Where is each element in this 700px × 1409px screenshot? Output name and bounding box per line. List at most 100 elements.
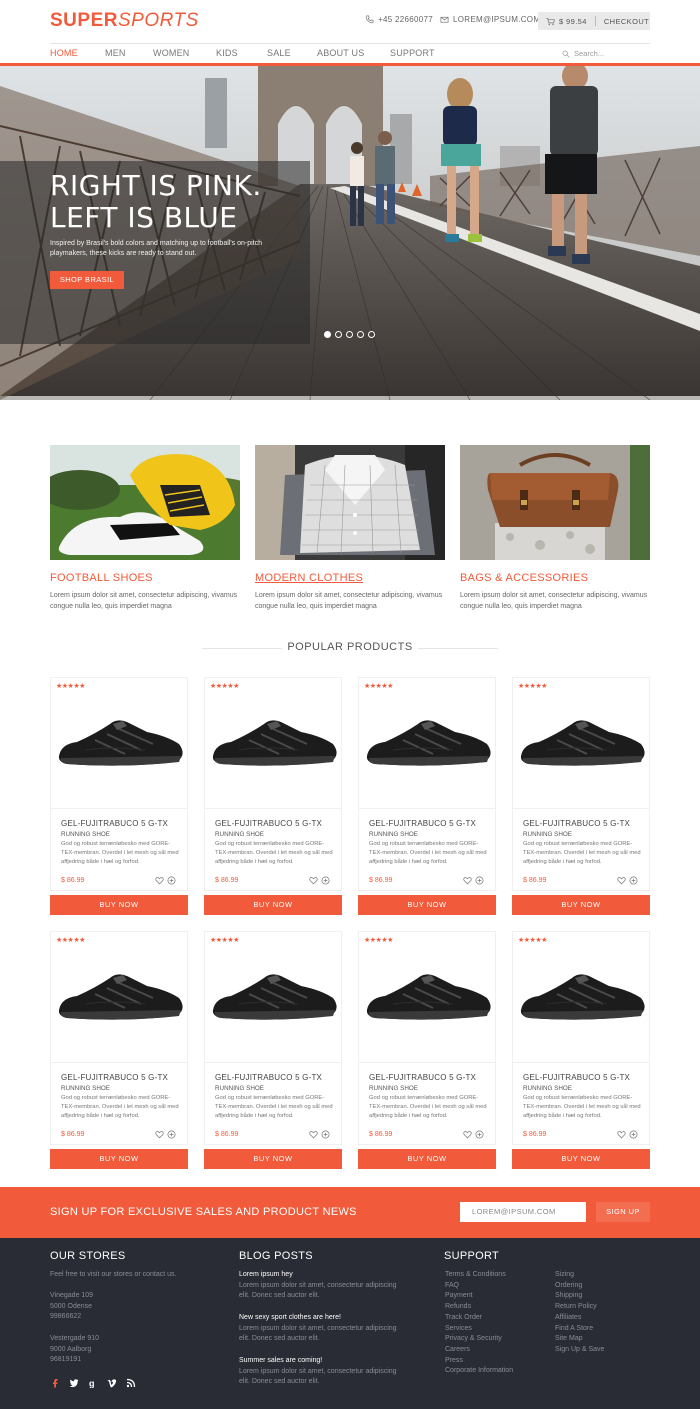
nav-kids[interactable]: KIDS: [216, 48, 238, 58]
buy-now-button[interactable]: BUY NOW: [50, 1149, 188, 1169]
buy-now-button[interactable]: BUY NOW: [358, 1149, 496, 1169]
product-image[interactable]: [55, 704, 185, 779]
product-card[interactable]: ★★★★★ GEL-FUJITRABUCO 5 G-TX RUNNING SHO…: [204, 931, 342, 1169]
sign-up-button[interactable]: SIGN UP: [596, 1202, 650, 1222]
support-link[interactable]: Careers: [445, 1345, 513, 1356]
support-link[interactable]: Affiliates: [555, 1313, 604, 1324]
blog-post-title[interactable]: Summer sales are coming!: [239, 1356, 399, 1367]
add-circle-icon[interactable]: [629, 876, 638, 885]
buy-now-button[interactable]: BUY NOW: [204, 1149, 342, 1169]
search-box[interactable]: Search...: [562, 47, 650, 60]
product-image[interactable]: [209, 704, 339, 779]
category-image[interactable]: [255, 445, 445, 560]
product-name[interactable]: GEL-FUJITRABUCO 5 G-TX: [215, 819, 322, 828]
product-name[interactable]: GEL-FUJITRABUCO 5 G-TX: [523, 819, 630, 828]
shop-brasil-button[interactable]: SHOP BRASIL: [50, 271, 124, 289]
buy-now-button[interactable]: BUY NOW: [204, 895, 342, 915]
category-image[interactable]: [460, 445, 650, 560]
google-plus-icon[interactable]: g: [88, 1378, 98, 1389]
slider-dot[interactable]: [346, 331, 353, 338]
support-link[interactable]: Return Policy: [555, 1302, 604, 1313]
add-circle-icon[interactable]: [475, 1130, 484, 1139]
support-link[interactable]: Sizing: [555, 1270, 604, 1281]
product-image[interactable]: [517, 958, 647, 1033]
support-link[interactable]: FAQ: [445, 1281, 513, 1292]
slider-dot[interactable]: [357, 331, 364, 338]
category-title[interactable]: FOOTBALL SHOES: [50, 572, 240, 584]
heart-icon[interactable]: [463, 1130, 472, 1139]
slider-dot[interactable]: [368, 331, 375, 338]
product-name[interactable]: GEL-FUJITRABUCO 5 G-TX: [369, 819, 476, 828]
nav-support[interactable]: SUPPORT: [390, 48, 435, 58]
support-link[interactable]: Site Map: [555, 1334, 604, 1345]
support-link[interactable]: Press: [445, 1356, 513, 1367]
product-name[interactable]: GEL-FUJITRABUCO 5 G-TX: [61, 1073, 168, 1082]
product-card[interactable]: ★★★★★ GEL-FUJITRABUCO 5 G-TX RUNNING SHO…: [50, 677, 188, 915]
nav-women[interactable]: WOMEN: [153, 48, 190, 58]
add-circle-icon[interactable]: [321, 876, 330, 885]
product-image[interactable]: [363, 704, 493, 779]
nav-home[interactable]: HOME: [50, 48, 78, 58]
buy-now-button[interactable]: BUY NOW: [50, 895, 188, 915]
buy-now-button[interactable]: BUY NOW: [512, 1149, 650, 1169]
heart-icon[interactable]: [155, 876, 164, 885]
product-name[interactable]: GEL-FUJITRABUCO 5 G-TX: [215, 1073, 322, 1082]
slider-dot[interactable]: [324, 331, 331, 338]
nav-men[interactable]: MEN: [105, 48, 126, 58]
blog-post-1[interactable]: Lorem ipsum hey Lorem ipsum dolor sit am…: [239, 1270, 399, 1302]
product-card[interactable]: ★★★★★ GEL-FUJITRABUCO 5 G-TX RUNNING SHO…: [358, 677, 496, 915]
add-circle-icon[interactable]: [629, 1130, 638, 1139]
add-circle-icon[interactable]: [167, 876, 176, 885]
newsletter-email-input[interactable]: LOREM@IPSUM.COM: [460, 1202, 586, 1222]
product-card[interactable]: ★★★★★ GEL-FUJITRABUCO 5 G-TX RUNNING SHO…: [512, 931, 650, 1169]
phone-contact[interactable]: +45 22660077: [365, 15, 433, 24]
nav-sale[interactable]: SALE: [267, 48, 291, 58]
rss-icon[interactable]: [126, 1378, 136, 1388]
product-card[interactable]: ★★★★★ GEL-FUJITRABUCO 5 G-TX RUNNING SHO…: [204, 677, 342, 915]
slider-dot[interactable]: [335, 331, 342, 338]
category-football-shoes[interactable]: FOOTBALL SHOES Lorem ipsum dolor sit ame…: [50, 445, 240, 612]
category-title[interactable]: MODERN CLOTHES: [255, 572, 445, 584]
category-bags-accessories[interactable]: BAGS & ACCESSORIES Lorem ipsum dolor sit…: [460, 445, 650, 612]
product-image[interactable]: [55, 958, 185, 1033]
support-link[interactable]: Track Order: [445, 1313, 513, 1324]
product-name[interactable]: GEL-FUJITRABUCO 5 G-TX: [61, 819, 168, 828]
cart-box[interactable]: $ 99.54 CHECKOUT: [538, 12, 650, 30]
product-image[interactable]: [209, 958, 339, 1033]
support-link[interactable]: Sign Up & Save: [555, 1345, 604, 1356]
heart-icon[interactable]: [309, 1130, 318, 1139]
heart-icon[interactable]: [155, 1130, 164, 1139]
blog-post-title[interactable]: New sexy sport clothes are here!: [239, 1313, 399, 1324]
email-contact[interactable]: LOREM@IPSUM.COM: [440, 15, 540, 24]
category-title[interactable]: BAGS & ACCESSORIES: [460, 572, 650, 584]
add-circle-icon[interactable]: [475, 876, 484, 885]
product-card[interactable]: ★★★★★ GEL-FUJITRABUCO 5 G-TX RUNNING SHO…: [50, 931, 188, 1169]
support-link[interactable]: Privacy & Security: [445, 1334, 513, 1345]
product-name[interactable]: GEL-FUJITRABUCO 5 G-TX: [369, 1073, 476, 1082]
buy-now-button[interactable]: BUY NOW: [358, 895, 496, 915]
support-link[interactable]: Shipping: [555, 1291, 604, 1302]
support-link[interactable]: Terms & Conditions: [445, 1270, 513, 1281]
blog-post-2[interactable]: New sexy sport clothes are here! Lorem i…: [239, 1313, 399, 1345]
blog-post-title[interactable]: Lorem ipsum hey: [239, 1270, 399, 1281]
facebook-icon[interactable]: [50, 1378, 60, 1388]
support-link[interactable]: Find A Store: [555, 1324, 604, 1335]
vimeo-icon[interactable]: [107, 1378, 117, 1388]
product-image[interactable]: [363, 958, 493, 1033]
buy-now-button[interactable]: BUY NOW: [512, 895, 650, 915]
product-card[interactable]: ★★★★★ GEL-FUJITRABUCO 5 G-TX RUNNING SHO…: [358, 931, 496, 1169]
blog-post-3[interactable]: Summer sales are coming! Lorem ipsum dol…: [239, 1356, 399, 1388]
product-card[interactable]: ★★★★★ GEL-FUJITRABUCO 5 G-TX RUNNING SHO…: [512, 677, 650, 915]
heart-icon[interactable]: [617, 876, 626, 885]
product-name[interactable]: GEL-FUJITRABUCO 5 G-TX: [523, 1073, 630, 1082]
support-link[interactable]: Ordering: [555, 1281, 604, 1292]
logo[interactable]: SUPERSPORTS: [50, 10, 199, 32]
heart-icon[interactable]: [617, 1130, 626, 1139]
product-image[interactable]: [517, 704, 647, 779]
support-link[interactable]: Services: [445, 1324, 513, 1335]
add-circle-icon[interactable]: [321, 1130, 330, 1139]
checkout-button[interactable]: CHECKOUT: [604, 17, 649, 26]
twitter-icon[interactable]: [69, 1378, 79, 1388]
category-modern-clothes[interactable]: MODERN CLOTHES Lorem ipsum dolor sit ame…: [255, 445, 445, 612]
support-link[interactable]: Corporate Information: [445, 1366, 513, 1377]
